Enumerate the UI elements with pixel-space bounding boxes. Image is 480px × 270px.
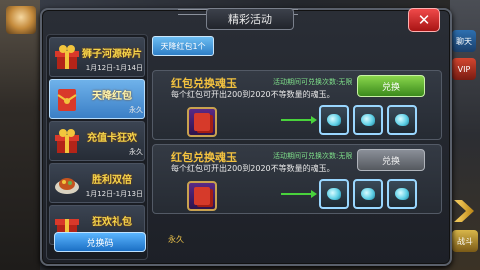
- tab-name: 胜利双倍: [92, 175, 132, 186]
- tab-date: 永久: [129, 148, 143, 156]
- panel-title: 精彩活动: [206, 8, 294, 30]
- exchange-button[interactable]: 兑换: [357, 75, 425, 97]
- tab-name: 天降红包: [92, 91, 132, 102]
- arrow-right-icon: [281, 190, 317, 198]
- subtab-red-envelope[interactable]: 天降红包1个: [152, 36, 214, 56]
- soul-jade-item[interactable]: [387, 179, 417, 209]
- activity-content: 天降红包1个 红包兑换魂玉 活动期间可兑换次数:无限 每个红包可开出200到20…: [150, 34, 446, 260]
- red-envelope-item[interactable]: [187, 107, 217, 137]
- red-envelope-icon: [194, 113, 210, 131]
- soul-jade-item[interactable]: [319, 179, 349, 209]
- card-limit: 活动期间可兑换次数:无限: [273, 152, 353, 160]
- exchange-button[interactable]: 兑换: [357, 149, 425, 171]
- fight-button[interactable]: 战斗: [452, 230, 478, 252]
- soul-jade-icon: [361, 188, 375, 200]
- soul-jade-icon: [327, 114, 341, 126]
- tab-activity-3[interactable]: 充值卡狂欢 永久: [49, 121, 145, 161]
- vip-button[interactable]: VIP: [452, 58, 476, 80]
- card-description: 每个红包可开出200到2020不等数量的魂玉。: [171, 90, 335, 99]
- tab-name: 狮子河源碎片: [82, 49, 142, 60]
- activity-tab-list: 狮子河源碎片 1月12日-1月14日 天降红包 永久 充值卡狂欢 永久 胜利双倍…: [46, 34, 148, 260]
- soul-jade-icon: [395, 114, 409, 126]
- exchange-card-1: 红包兑换魂玉 活动期间可兑换次数:无限 每个红包可开出200到2020不等数量的…: [152, 70, 442, 140]
- game-screen: 聊天 VIP 战斗 精彩活动 ✕ 狮子河源碎片 1月12日-1月14日 天降红包…: [0, 0, 480, 270]
- tab-activity-1[interactable]: 狮子河源碎片 1月12日-1月14日: [49, 37, 145, 77]
- red-envelope-icon: [194, 187, 210, 205]
- soul-jade-icon: [395, 188, 409, 200]
- soul-jade-icon: [327, 188, 341, 200]
- chat-button[interactable]: 聊天: [452, 30, 476, 52]
- tab-name: 充值卡狂欢: [87, 133, 137, 144]
- character-portrait: [6, 6, 36, 34]
- exchange-card-2: 红包兑换魂玉 活动期间可兑换次数:无限 每个红包可开出200到2020不等数量的…: [152, 144, 442, 214]
- redeem-code-button[interactable]: 兑换码: [54, 232, 146, 252]
- tab-activity-4[interactable]: 胜利双倍 1月12日-1月13日: [49, 163, 145, 203]
- close-button[interactable]: ✕: [408, 8, 440, 32]
- tab-date: 1月12日-1月14日: [85, 64, 143, 72]
- tab-activity-2[interactable]: 天降红包 永久: [49, 79, 145, 119]
- tab-date: 1月12日-1月13日: [85, 190, 143, 198]
- card-limit: 活动期间可兑换次数:无限: [273, 78, 353, 86]
- tab-date: 永久: [129, 106, 143, 114]
- background-left: [0, 0, 40, 270]
- arrow-right-icon: [281, 116, 317, 124]
- soul-jade-icon: [361, 114, 375, 126]
- tab-name: 狂欢礼包: [92, 217, 132, 228]
- card-description: 每个红包可开出200到2020不等数量的魂玉。: [171, 164, 335, 173]
- soul-jade-item[interactable]: [319, 105, 349, 135]
- soul-jade-item[interactable]: [353, 105, 383, 135]
- activity-duration: 永久: [168, 235, 184, 244]
- soul-jade-item[interactable]: [353, 179, 383, 209]
- soul-jade-item[interactable]: [387, 105, 417, 135]
- red-envelope-item[interactable]: [187, 181, 217, 211]
